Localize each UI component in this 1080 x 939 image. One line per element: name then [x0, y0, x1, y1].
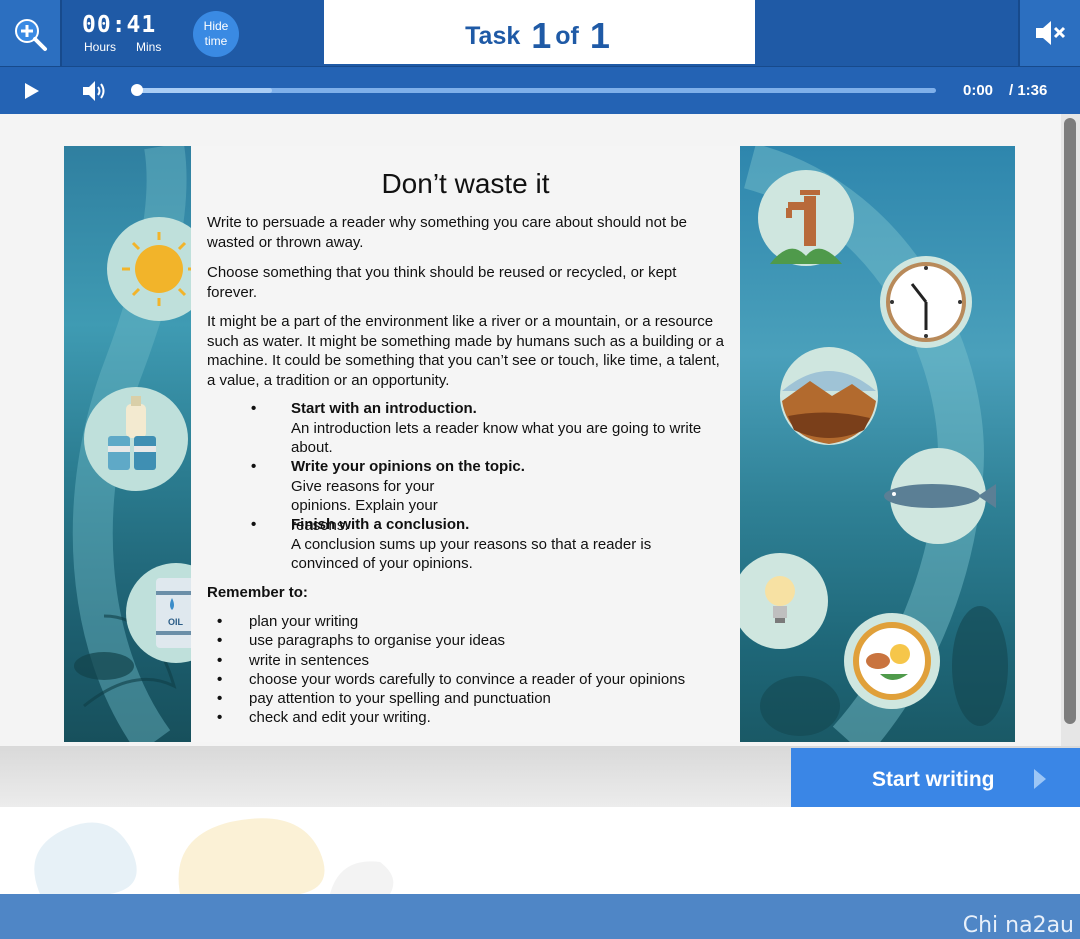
- instruction-paragraph: Choose something that you think should b…: [207, 264, 677, 301]
- examples-paragraph: It might be a part of the environment li…: [207, 313, 724, 389]
- step-heading: Start with an introduction.: [291, 400, 477, 417]
- audio-buffered: [136, 88, 272, 93]
- bullet: •: [251, 400, 257, 417]
- bottle-and-cans-icon: [84, 387, 188, 491]
- countdown-timer: 00:41 Hours Mins: [82, 12, 161, 54]
- speaker-icon[interactable]: [82, 79, 108, 108]
- intro-paragraph: Write to persuade a reader why something…: [207, 214, 688, 251]
- sun-icon: [107, 217, 191, 321]
- task-word: Task: [465, 22, 521, 50]
- task-current: 1: [531, 15, 552, 56]
- mute-area: [1018, 0, 1080, 66]
- bullet: •: [251, 458, 257, 475]
- audio-progress-thumb[interactable]: [131, 84, 143, 96]
- svg-text:OIL: OIL: [168, 617, 184, 627]
- total-time: / 1:36: [1009, 82, 1048, 99]
- timer-digits: 00:41: [82, 12, 157, 38]
- start-writing-label: Start writing: [872, 768, 995, 791]
- watermark-text: Chi na2au: [962, 913, 1074, 938]
- hours-label: Hours: [84, 40, 117, 54]
- audio-progress-track[interactable]: [131, 84, 936, 96]
- play-icon[interactable]: [24, 82, 40, 105]
- task-content: OIL Don’t waste it Write to persuade a r…: [0, 114, 1080, 746]
- remember-heading: Remember to:: [207, 584, 308, 601]
- audio-player-bar: 0:00 / 1:36: [0, 66, 1080, 114]
- task-indicator: Task 1 of 1: [324, 0, 755, 64]
- hide-time-button[interactable]: Hide time: [193, 11, 239, 57]
- step-heading: Finish with a conclusion.: [291, 516, 470, 533]
- left-illustration-panel: OIL: [64, 146, 191, 742]
- start-writing-button[interactable]: Start writing: [791, 748, 1080, 807]
- water-tap-icon: [758, 170, 854, 266]
- zoom-in-icon[interactable]: [14, 18, 48, 57]
- remember-list: plan your writing use paragraphs to orga…: [217, 612, 737, 728]
- step-body: An introduction lets a reader know what …: [291, 419, 702, 457]
- light-bulb-icon: [740, 553, 828, 649]
- current-time: 0:00: [963, 82, 994, 99]
- right-illustration-panel: [740, 146, 1015, 742]
- vertical-scrollbar[interactable]: [1061, 114, 1080, 746]
- task-total: 1: [589, 15, 610, 56]
- speaker-muted-icon[interactable]: [1034, 18, 1068, 53]
- footer-decoration: [0, 807, 1080, 894]
- list-item: check and edit your writing.: [217, 708, 737, 728]
- scrollbar-thumb[interactable]: [1064, 118, 1076, 724]
- mins-label: Mins: [136, 40, 162, 54]
- list-item: choose your words carefully to convince …: [217, 670, 737, 690]
- chevron-right-icon: [1033, 768, 1047, 795]
- zoom-area: [0, 0, 62, 66]
- mountain-landscape-icon: [780, 347, 878, 445]
- list-item: use paragraphs to organise your ideas: [217, 631, 737, 651]
- timer-labels: Hours Mins: [84, 40, 161, 54]
- clock-icon: [880, 256, 972, 348]
- list-item: plan your writing: [217, 612, 737, 632]
- task-of: of: [555, 22, 579, 50]
- list-item: pay attention to your spelling and punct…: [217, 689, 737, 709]
- footer-bar: [0, 894, 1080, 939]
- oil-barrel-icon: OIL: [126, 563, 191, 663]
- bullet: •: [251, 516, 257, 533]
- food-plate-icon: [844, 613, 940, 709]
- task-document: Don’t waste it Write to persuade a reade…: [191, 146, 740, 742]
- top-bar: 00:41 Hours Mins Hide time Task 1 of 1: [0, 0, 1080, 66]
- step-heading: Write your opinions on the topic.: [291, 458, 525, 475]
- document-title: Don’t waste it: [381, 168, 550, 199]
- list-item: write in sentences: [217, 651, 737, 671]
- step-body: A conclusion sums up your reasons so tha…: [291, 535, 652, 573]
- task-title: Task 1 of 1: [465, 15, 614, 57]
